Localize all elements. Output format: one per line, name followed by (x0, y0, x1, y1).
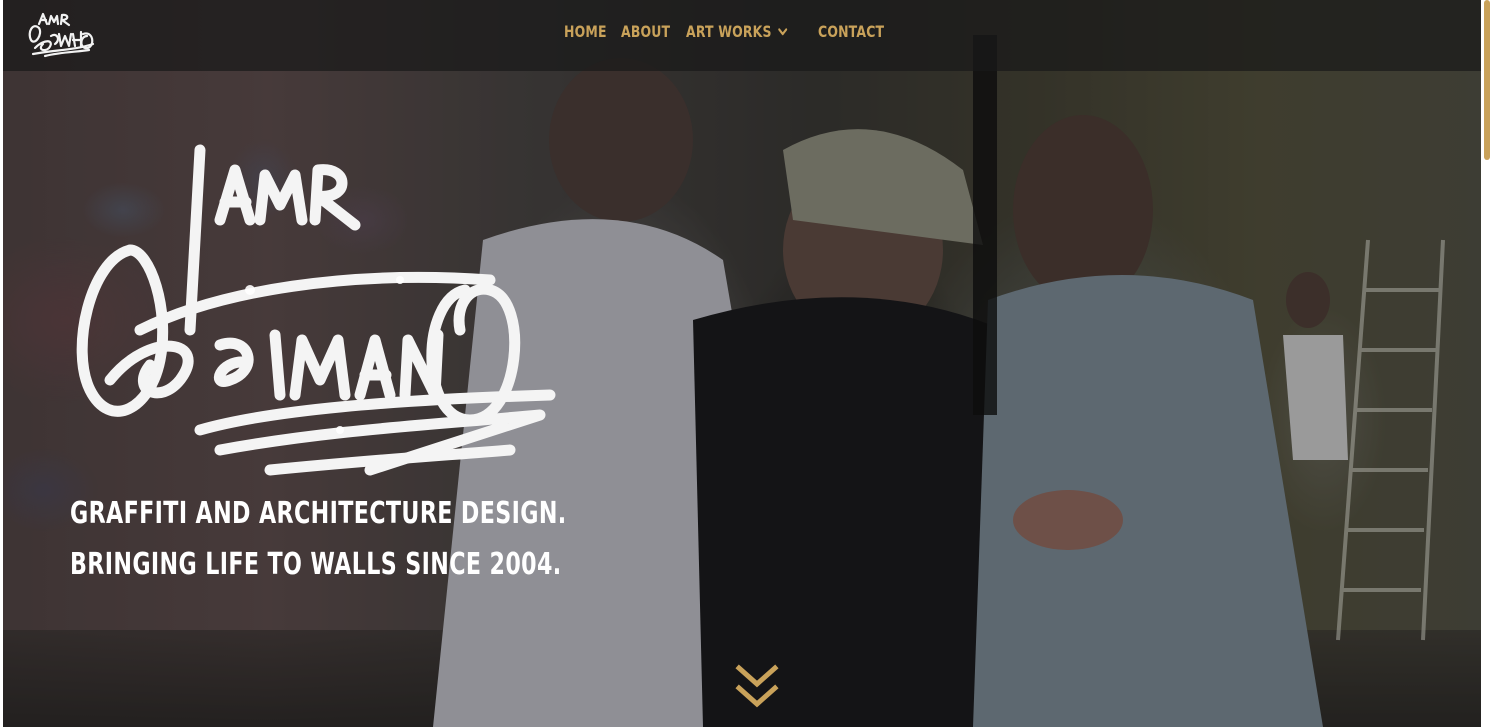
nav-about-label: ABOUT (620, 22, 670, 41)
nav-art-works-label: ART WORKS (685, 22, 772, 41)
chevron-down-icon[interactable] (777, 27, 787, 37)
main-menu: HOME ABOUT ART WORKS CONTACT (564, 22, 884, 41)
double-chevron-down-icon[interactable] (735, 662, 779, 712)
hero-tagline-line2: BRINGING LIFE TO WALLS SINCE 2004. (70, 547, 562, 582)
nav-about[interactable]: ABOUT (621, 22, 670, 41)
nav-home-label: HOME (564, 22, 607, 41)
brand-logo[interactable] (25, 10, 97, 62)
top-navbar: HOME ABOUT ART WORKS CONTACT (3, 0, 1481, 71)
scrollbar-thumb[interactable] (1484, 0, 1490, 160)
nav-contact[interactable]: CONTACT (818, 22, 884, 41)
hero-graffiti-logo (76, 144, 556, 476)
page-scrollbar[interactable] (1481, 0, 1493, 727)
nav-art-works[interactable]: ART WORKS (686, 22, 787, 41)
nav-contact-label: CONTACT (817, 22, 884, 41)
hero-tagline-line1: GRAFFITI AND ARCHITECTURE DESIGN. (70, 496, 567, 531)
page: HOME ABOUT ART WORKS CONTACT GRAFFITI AN… (0, 0, 1493, 727)
nav-home[interactable]: HOME (564, 22, 607, 41)
